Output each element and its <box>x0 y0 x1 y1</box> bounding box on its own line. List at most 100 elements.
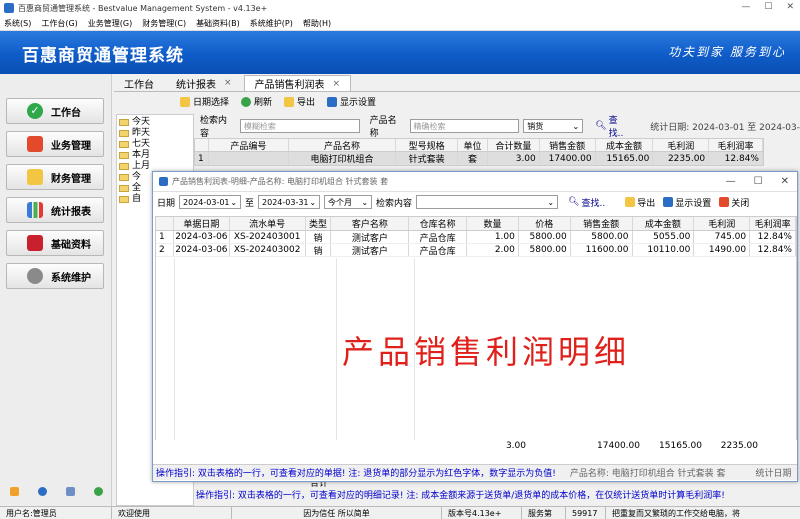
app-slogan: 功夫到家 服务到心 <box>668 45 786 59</box>
menu-maintenance[interactable]: 系统维护(P) <box>250 18 293 29</box>
table-cell: 5800.00 <box>519 231 571 243</box>
tree-label: 今天 <box>132 117 151 127</box>
date-to-picker[interactable]: 2024-03-31 ⌄ <box>258 195 321 209</box>
find-button[interactable]: 🔍︎ 查找.. <box>595 113 632 139</box>
search-icon[interactable] <box>65 487 75 496</box>
tab-reports[interactable]: 统计报表 × <box>166 75 242 91</box>
table-cell: 产品仓库 <box>409 231 468 243</box>
tree-label: 本月 <box>132 150 151 160</box>
menu-business[interactable]: 业务管理(G) <box>88 18 132 29</box>
total-profit: 2235.00 <box>720 441 758 451</box>
sidebar-item-label: 业务管理 <box>51 140 91 152</box>
dialog-display-settings-button[interactable]: 显示设置 <box>663 196 711 209</box>
sidebar-item-reports[interactable]: 统计报表 <box>6 197 104 223</box>
sidebar-item-business[interactable]: 业务管理 <box>6 131 104 157</box>
folder-icon <box>119 174 129 181</box>
dialog-search-input[interactable]: ⌄ <box>416 195 559 209</box>
close-icon[interactable]: ✕ <box>781 176 789 187</box>
close-icon[interactable]: × <box>224 78 232 88</box>
column-header: 客户名称 <box>331 217 410 230</box>
folder-icon <box>119 196 129 203</box>
date-from-picker[interactable]: 2024-03-01 ⌄ <box>179 195 242 209</box>
column-header: 销售金额 <box>571 217 633 230</box>
menu-workbench[interactable]: 工作台(G) <box>41 18 77 29</box>
tree-label: 全 <box>132 183 142 193</box>
sidebar-bottom-tools <box>0 487 112 496</box>
menu-finance[interactable]: 财务管理(C) <box>142 18 186 29</box>
minimize-icon[interactable]: — <box>741 2 750 12</box>
button-label: 查找.. <box>608 116 624 139</box>
dialog-hint: 操作指引: 双击表格的一行，可查看对应的单据! 注: 退货单的部分显示为红色字体… <box>156 469 556 479</box>
add-icon[interactable] <box>93 487 103 496</box>
sidebar-item-label: 基础资料 <box>51 239 91 251</box>
menu-basic-data[interactable]: 基础资料(B) <box>196 18 240 29</box>
maximize-icon[interactable]: ☐ <box>754 176 763 187</box>
type-select[interactable]: 销货 ⌄ <box>523 119 584 133</box>
chart-icon <box>27 202 43 218</box>
column-header: 毛利润率 <box>709 139 763 151</box>
sidebar-item-maintenance[interactable]: 系统维护 <box>6 263 104 289</box>
close-icon[interactable]: ✕ <box>786 2 794 12</box>
refresh-button[interactable]: 刷新 <box>241 95 272 108</box>
sidebar-item-basic-data[interactable]: 基础资料 <box>6 230 104 256</box>
table-cell: 745.00 <box>694 231 751 243</box>
column-header <box>156 217 174 230</box>
table-cell: 15165.00 <box>596 152 654 165</box>
total-cost: 15165.00 <box>659 441 702 451</box>
tab-product-profit[interactable]: 产品销售利润表 × <box>243 75 352 91</box>
tab-workbench[interactable]: 工作台 <box>114 75 164 91</box>
table-cell: 10110.00 <box>633 244 695 256</box>
dialog-find-button[interactable]: 🔍︎ 查找.. <box>568 196 605 209</box>
search-icon: 🔍︎ <box>595 121 607 131</box>
table-row[interactable]: 1 2024-03-06 XS-202403001 销 测试客户 产品仓库 1.… <box>156 231 796 244</box>
export-icon <box>625 197 636 207</box>
tab-label: 统计报表 <box>176 79 216 91</box>
table-cell: XS-202403002 <box>230 244 306 256</box>
display-settings-button[interactable]: 显示设置 <box>327 95 376 108</box>
minimize-icon[interactable]: — <box>726 176 736 187</box>
status-welcome: 欢迎使用 <box>112 507 232 519</box>
table-row[interactable]: 2 2024-03-06 XS-202403002 销 测试客户 产品仓库 2.… <box>156 244 796 257</box>
table-cell: 12.84% <box>709 152 763 165</box>
button-label: 刷新 <box>254 98 273 108</box>
window-title: 百惠商贸通管理系统 - Bestvalue Management System … <box>18 3 268 13</box>
table-header: 单据日期 流水单号 类型 客户名称 仓库名称 数量 价格 销售金额 成本金额 毛… <box>156 217 796 231</box>
app-title: 百惠商贸通管理系统 <box>22 46 184 66</box>
menu-system[interactable]: 系统(S) <box>4 18 31 29</box>
table-cell: 产品仓库 <box>409 244 468 256</box>
table-row[interactable]: 1 电脑打印机组合 针式套装 套 3.00 17400.00 15165.00 … <box>195 152 763 165</box>
tree-item[interactable]: 今天 <box>119 117 191 128</box>
info-icon[interactable] <box>37 487 47 496</box>
maximize-icon[interactable]: ☐ <box>764 2 772 12</box>
report-watermark: 产品销售利润明细 <box>341 333 630 371</box>
search-input[interactable]: 模糊检索 <box>239 119 360 133</box>
window-titlebar: 百惠商贸通管理系统 - Bestvalue Management System … <box>0 0 800 16</box>
product-name-input[interactable]: 精确检索 <box>409 119 520 133</box>
app-icon <box>4 3 14 13</box>
tab-label: 工作台 <box>124 79 154 91</box>
table-cell: 12.84% <box>750 244 796 256</box>
report-search-bar: 检索内容 模糊检索 产品名称 精确检索 销货 ⌄ 🔍︎ 查找.. 统计日期: 202… <box>200 116 800 139</box>
table-cell: XS-202403001 <box>230 231 306 243</box>
sidebar-item-workbench[interactable]: ✓ 工作台 <box>6 98 104 124</box>
close-icon[interactable]: × <box>333 79 341 89</box>
tree-item[interactable]: 昨天 <box>119 128 191 139</box>
column-header: 成本金额 <box>596 139 654 151</box>
sidebar-item-label: 工作台 <box>51 107 81 119</box>
period-select[interactable]: 今个月 ⌄ <box>324 195 373 209</box>
folder-open-icon[interactable] <box>9 487 19 496</box>
close-icon <box>719 197 730 207</box>
dialog-filter-bar: 日期 2024-03-01 ⌄ 至 2024-03-31 ⌄ 今个月 ⌄ 检索内容 ⌄… <box>157 195 797 209</box>
sidebar-item-finance[interactable]: 财务管理 <box>6 164 104 190</box>
button-label: 显示设置 <box>675 198 712 209</box>
tree-item[interactable]: 七天 <box>119 139 191 150</box>
tree-item[interactable]: 本月 <box>119 150 191 161</box>
gear-icon <box>27 268 43 284</box>
date-select-button[interactable]: 日期选择 <box>180 95 229 108</box>
table-cell: 5055.00 <box>633 231 695 243</box>
column-header: 数量 <box>467 217 519 230</box>
export-button[interactable]: 导出 <box>284 95 315 108</box>
dialog-export-button[interactable]: 导出 <box>625 196 655 209</box>
menu-help[interactable]: 帮助(H) <box>303 18 331 29</box>
dialog-close-button[interactable]: 关闭 <box>719 196 749 209</box>
